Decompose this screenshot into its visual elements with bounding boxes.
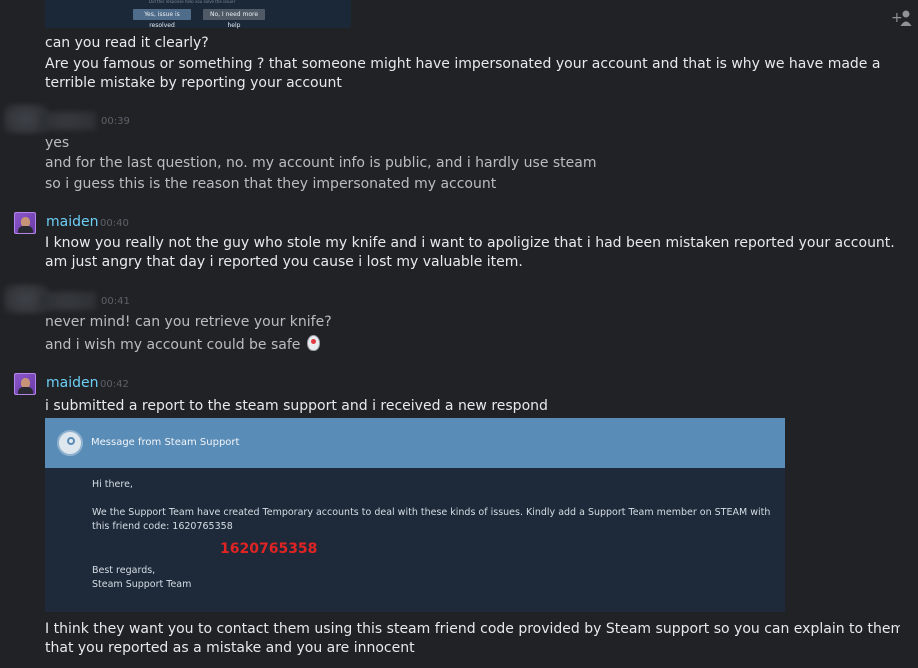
timestamp: 00:40 <box>100 218 129 229</box>
avatar-body <box>18 226 33 233</box>
support-team: Steam Support Team <box>92 579 192 590</box>
message-line: can you read it clearly? <box>45 35 209 51</box>
message-line: Are you famous or something ? that someo… <box>45 56 881 91</box>
avatar-maiden[interactable] <box>14 373 36 395</box>
add-friend-icon[interactable]: + <box>891 7 913 29</box>
timestamp: 00:42 <box>100 379 129 390</box>
message-line: i submitted a report to the steam suppor… <box>45 398 548 414</box>
support-title: Message from Steam Support <box>91 437 240 448</box>
support-text: We the Support Team have created Tempora… <box>92 507 771 532</box>
avatar-body <box>18 387 33 394</box>
support-greeting: Hi there, <box>92 479 133 490</box>
support-header: Message from Steam Support <box>45 418 785 468</box>
mini-question: Did this response help you solve the iss… <box>149 0 236 3</box>
avatar-maiden[interactable] <box>14 212 36 234</box>
steam-emoticon-icon <box>304 334 322 353</box>
mini-yes-button: Yes, issue is resolved <box>133 9 191 29</box>
message-line: never mind! can you retrieve your knife? <box>45 314 332 330</box>
friend-code-highlight: 1620765358 <box>220 541 318 557</box>
chat-log: Did this response help you solve the iss… <box>0 0 904 668</box>
message-line-with-emoticon: and i wish my account could be safe <box>45 334 322 355</box>
message-text: and i wish my account could be safe <box>45 337 301 353</box>
steam-logo-icon <box>57 430 83 456</box>
sender-name[interactable]: maiden <box>46 374 98 393</box>
message-line: I know you really not the guy who stole … <box>45 235 904 270</box>
message-line: and for the last question, no. my accoun… <box>45 155 597 171</box>
message-line: so i guess this is the reason that they … <box>45 176 497 192</box>
sender-name[interactable]: maiden <box>46 213 98 232</box>
scrollbar[interactable] <box>900 0 918 668</box>
timestamp: 00:39 <box>101 116 130 127</box>
message-line: I think they want you to contact them us… <box>45 621 905 656</box>
sender-name-blurred[interactable] <box>40 292 96 310</box>
timestamp: 00:41 <box>101 296 130 307</box>
support-signoff: Best regards, <box>92 565 156 576</box>
svg-text:+: + <box>891 10 903 26</box>
message-line: yes <box>45 135 70 151</box>
support-message-image[interactable]: Message from Steam Support Hi there, We … <box>45 418 785 612</box>
mini-no-button: No, I need more help <box>203 9 265 29</box>
embedded-screenshot[interactable]: Did this response help you solve the iss… <box>45 0 351 29</box>
sender-name-blurred[interactable] <box>40 112 96 130</box>
support-body: Hi there, We the Support Team have creat… <box>92 478 772 592</box>
